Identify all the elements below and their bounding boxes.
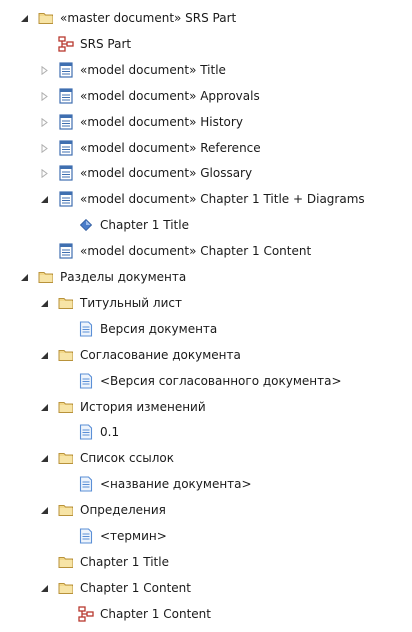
tree-item[interactable]: Согласование документа: [0, 343, 241, 367]
tree-item-label: Chapter 1 Content: [80, 581, 191, 595]
expand-arrow-icon[interactable]: [39, 143, 50, 154]
diagram-icon: [78, 606, 94, 622]
tree-item[interactable]: «model document» Reference: [0, 136, 261, 160]
tree-item-label: <термин>: [100, 529, 167, 543]
tree-item[interactable]: SRS Part: [0, 32, 131, 56]
tree-item[interactable]: Разделы документа: [0, 265, 186, 289]
model-document-icon: [58, 114, 74, 130]
collapse-arrow-icon[interactable]: [19, 272, 30, 283]
collapse-arrow-icon[interactable]: [39, 453, 50, 464]
tree-item-label: Chapter 1 Content: [100, 607, 211, 621]
collapse-arrow-icon[interactable]: [39, 505, 50, 516]
tree-item[interactable]: «master document» SRS Part: [0, 6, 236, 30]
tree-item-label: «model document» Title: [80, 63, 226, 77]
collapse-arrow-icon[interactable]: [39, 194, 50, 205]
folder-icon: [58, 554, 74, 570]
tree-item-label: Титульный лист: [80, 296, 182, 310]
expand-arrow-icon[interactable]: [39, 65, 50, 76]
collapse-arrow-icon[interactable]: [39, 402, 50, 413]
collapse-arrow-icon[interactable]: [39, 298, 50, 309]
tree-item-label: «model document» Glossary: [80, 166, 253, 180]
diagram-icon: [58, 36, 74, 52]
model-document-icon: [58, 140, 74, 156]
collapse-arrow-icon[interactable]: [39, 583, 50, 594]
expand-arrow-icon[interactable]: [39, 91, 50, 102]
note-icon: [78, 424, 94, 440]
collapse-arrow-icon[interactable]: [39, 350, 50, 361]
tree-item[interactable]: Список ссылок: [0, 446, 174, 470]
folder-icon: [58, 580, 74, 596]
tree-item[interactable]: Версия документа: [0, 317, 217, 341]
expand-arrow-icon[interactable]: [39, 168, 50, 179]
element-diamond-icon: [78, 217, 94, 233]
tree-item[interactable]: «model document» Approvals: [0, 84, 260, 108]
project-browser-tree: «master document» SRS Part SRS Part «model…: [0, 0, 412, 632]
tree-item[interactable]: <термин>: [0, 524, 167, 548]
tree-item[interactable]: Chapter 1 Title: [0, 550, 169, 574]
tree-item-label: Согласование документа: [80, 348, 241, 362]
tree-item[interactable]: <Версия согласованного документа>: [0, 369, 342, 393]
collapse-arrow-icon[interactable]: [19, 13, 30, 24]
tree-item-label: Разделы документа: [60, 270, 187, 284]
tree-item-label: Определения: [80, 503, 166, 517]
note-icon: [78, 373, 94, 389]
tree-item[interactable]: «model document» History: [0, 110, 243, 134]
model-document-icon: [58, 62, 74, 78]
folder-icon: [58, 502, 74, 518]
tree-item-label: <название документа>: [100, 477, 252, 491]
tree-item[interactable]: «model document» Chapter 1 Content: [0, 239, 311, 263]
tree-item[interactable]: История изменений: [0, 395, 206, 419]
model-document-icon: [58, 88, 74, 104]
model-document-icon: [58, 165, 74, 181]
tree-item-label: «model document» Chapter 1 Content: [80, 244, 312, 258]
tree-item-label: Chapter 1 Title: [80, 555, 169, 569]
tree-item-label: «master document» SRS Part: [60, 11, 237, 25]
folder-icon: [58, 450, 74, 466]
note-icon: [78, 476, 94, 492]
tree-item-label: «model document» Approvals: [80, 89, 260, 103]
tree-item[interactable]: Chapter 1 Title: [0, 213, 189, 237]
folder-icon: [38, 10, 54, 26]
folder-icon: [38, 269, 54, 285]
tree-item[interactable]: «model document» Title: [0, 58, 226, 82]
folder-icon: [58, 347, 74, 363]
tree-item-label: Версия документа: [100, 322, 218, 336]
folder-icon: [58, 295, 74, 311]
tree-item-label: Список ссылок: [80, 451, 174, 465]
tree-item[interactable]: Chapter 1 Content: [0, 602, 211, 626]
tree-item-label: «model document» Chapter 1 Title + Diagr…: [80, 192, 365, 206]
model-document-icon: [58, 191, 74, 207]
tree-item[interactable]: Определения: [0, 498, 166, 522]
tree-item-label: 0.1: [100, 425, 120, 439]
tree-item[interactable]: <название документа>: [0, 472, 252, 496]
folder-icon: [58, 399, 74, 415]
tree-item[interactable]: Титульный лист: [0, 291, 182, 315]
tree-item[interactable]: «model document» Chapter 1 Title + Diagr…: [0, 187, 365, 211]
tree-item-label: SRS Part: [80, 37, 132, 51]
tree-item-label: <Версия согласованного документа>: [100, 374, 342, 388]
tree-item-label: «model document» Reference: [80, 141, 261, 155]
tree-item[interactable]: Chapter 1 Content: [0, 576, 191, 600]
note-icon: [78, 321, 94, 337]
tree-item[interactable]: «model document» Glossary: [0, 161, 252, 185]
note-icon: [78, 528, 94, 544]
tree-item-label: Chapter 1 Title: [100, 218, 189, 232]
tree-item-label: «model document» History: [80, 115, 243, 129]
tree-item[interactable]: 0.1: [0, 420, 119, 444]
model-document-icon: [58, 243, 74, 259]
tree-item-label: История изменений: [80, 400, 206, 414]
expand-arrow-icon[interactable]: [39, 117, 50, 128]
